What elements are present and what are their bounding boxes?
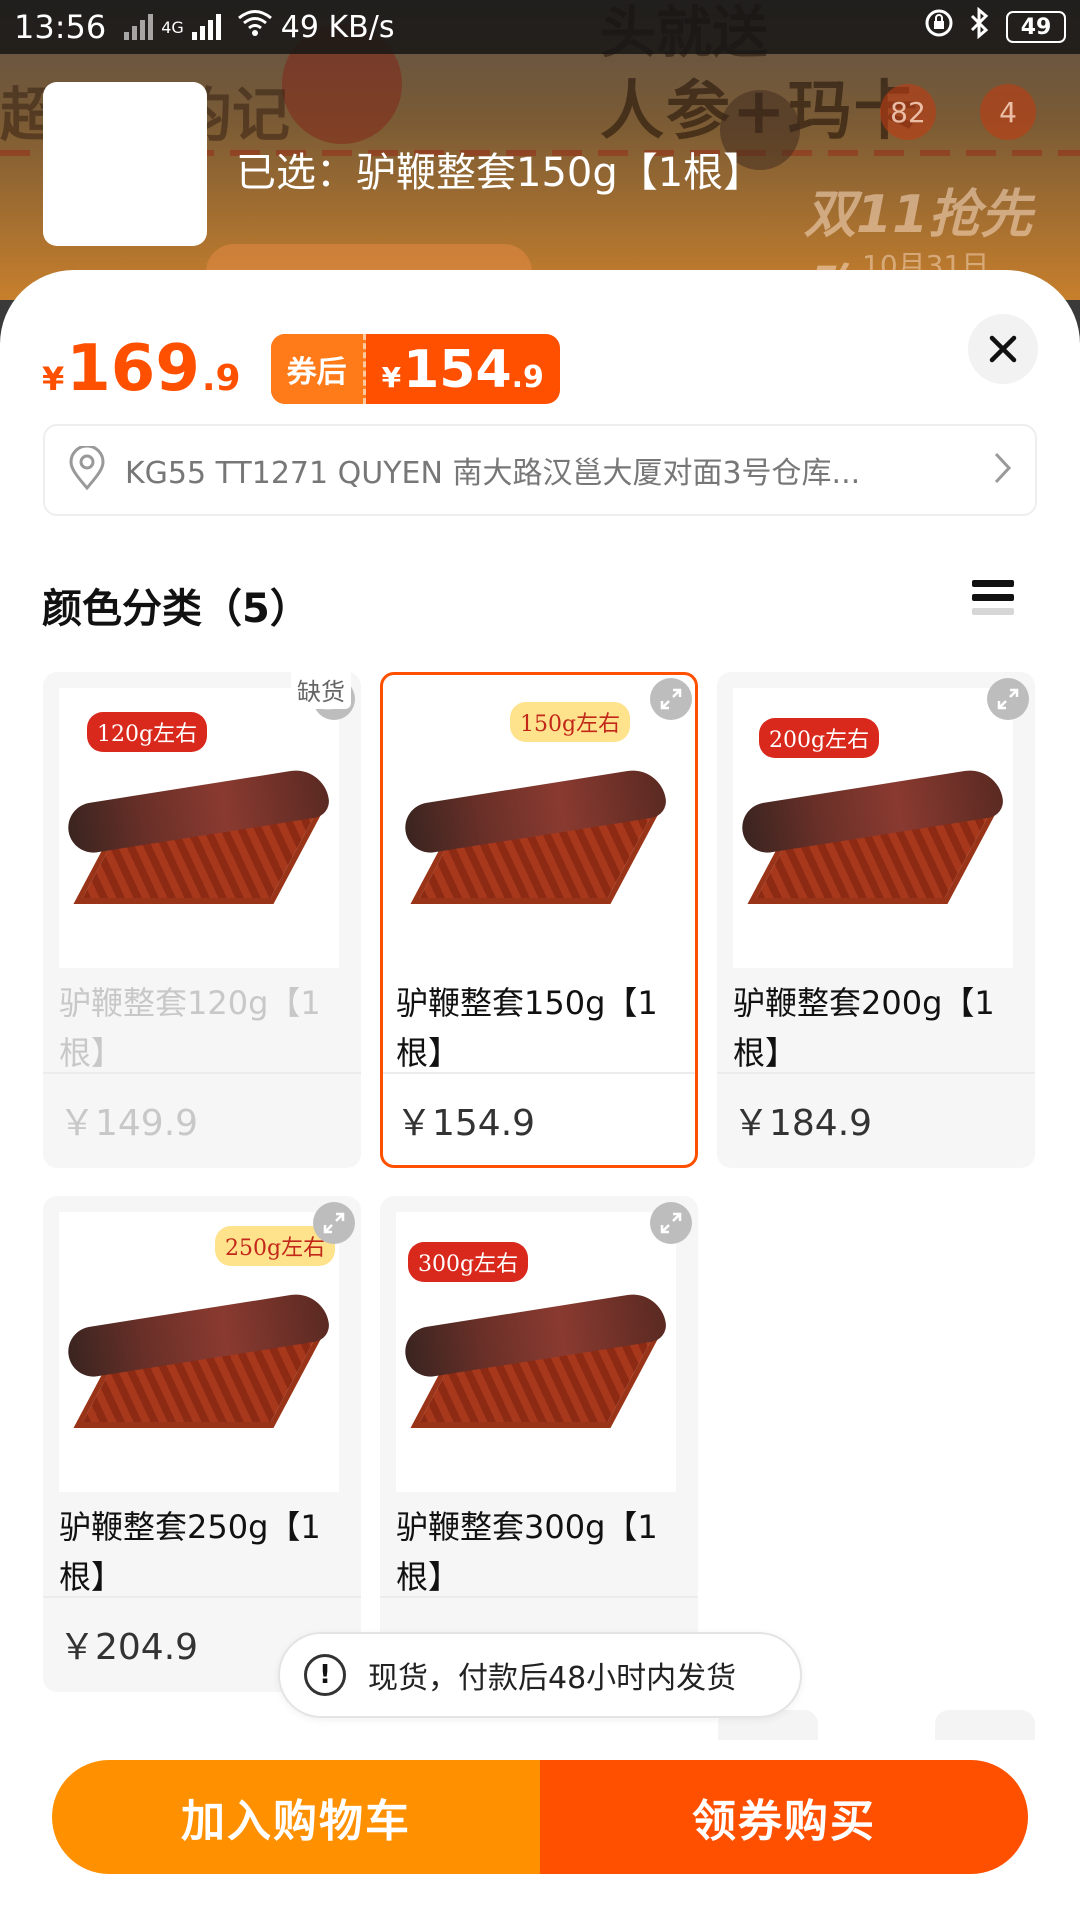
close-icon [989,335,1017,363]
weight-badge: 150g左右 [510,702,631,742]
sku-price: ￥184.9 [733,1103,873,1144]
lock-rotation-icon [924,8,954,46]
section-title: 颜色分类（5） [42,586,310,632]
sku-card-150g[interactable]: 150g左右 驴鞭整套150g【1根】 ￥154.9 [380,672,698,1168]
coupon-label: 券后 [270,334,366,404]
sku-image: 120g左右 [59,688,339,968]
coupon-price: ¥ 154 .9 [366,334,560,404]
status-time: 13:56 [14,8,107,46]
sku-name: 驴鞭整套250g【1根】 [59,1508,321,1596]
coupon-price-integer: 154 [403,340,512,400]
message-count-badge: 4 [980,84,1036,140]
cart-count-badge: 82 [880,84,936,140]
price-integer: 169 [66,332,200,406]
shipping-toast: ! 现货，付款后48小时内发货 [278,1632,802,1718]
sku-selection-sheet: ¥ 169 .9 券后 ¥ 154 .9 KG55 TT1271 QUYEN 南… [0,270,1080,1920]
weight-badge: 300g左右 [408,1242,529,1282]
bluetooth-icon [968,6,992,47]
location-pin-icon [67,444,107,494]
sku-name: 驴鞭整套200g【1根】 [733,984,995,1072]
battery-indicator: 49 [1006,11,1066,43]
sku-image: 150g左右 [396,688,676,968]
network-speed: 49 KB/s [280,9,395,45]
expand-icon[interactable] [650,1202,692,1244]
info-icon: ! [304,1654,346,1696]
sku-card-250g[interactable]: 250g左右 驴鞭整套250g【1根】 ￥204.9 [43,1196,361,1692]
close-button[interactable] [968,314,1038,384]
network-type: 4G [161,18,184,37]
divider [43,1072,361,1074]
coupon-currency: ¥ [381,361,402,394]
sku-card-200g[interactable]: 200g左右 驴鞭整套200g【1根】 ￥184.9 [717,672,1035,1168]
sku-image: 200g左右 [733,688,1013,968]
toast-text: 现货，付款后48小时内发货 [368,1661,737,1696]
address-text: KG55 TT1271 QUYEN 南大路汉邕大厦对面3号仓库... [125,456,861,491]
action-bar: 加入购物车 领券购买 [52,1760,1028,1874]
buy-with-coupon-button[interactable]: 领券购买 [540,1760,1028,1874]
price-row: ¥ 169 .9 券后 ¥ 154 .9 [42,332,560,406]
sku-name: 驴鞭整套150g【1根】 [396,984,658,1072]
divider [717,1072,1035,1074]
sku-price: ￥149.9 [59,1103,199,1144]
sku-name: 驴鞭整套120g【1根】 [59,984,321,1072]
add-to-cart-button[interactable]: 加入购物车 [52,1760,540,1874]
expand-icon[interactable] [987,678,1029,720]
out-of-stock-label: 缺货 [291,672,351,709]
coupon-price-tag: 券后 ¥ 154 .9 [270,334,560,404]
chevron-right-icon [993,451,1013,489]
original-price: ¥ 169 .9 [42,332,241,406]
weight-badge: 120g左右 [87,712,208,752]
sku-name: 驴鞭整套300g【1根】 [396,1508,658,1596]
divider [43,1596,361,1598]
coupon-price-decimal: .9 [511,360,544,395]
list-view-toggle-icon[interactable] [972,580,1014,624]
price-currency: ¥ [42,360,65,398]
sku-card-300g[interactable]: 300g左右 驴鞭整套300g【1根】 [380,1196,698,1692]
sku-price: ￥154.9 [396,1103,536,1144]
signal-2-icon [191,14,221,40]
address-selector[interactable]: KG55 TT1271 QUYEN 南大路汉邕大厦对面3号仓库... [43,424,1037,516]
next-row-card-edge [935,1710,1035,1740]
sku-card-120g[interactable]: 120g左右 缺货 驴鞭整套120g【1根】 ￥149.9 [43,672,361,1168]
selected-sku-label: 已选：驴鞭整套150g【1根】 [236,150,764,196]
sku-price: ￥204.9 [59,1627,199,1668]
selected-thumbnail [43,82,207,246]
price-decimal: .9 [201,358,241,399]
wifi-icon [237,9,273,45]
status-bar: 13:56 4G 49 KB/s 49 [0,0,1080,54]
divider [383,1072,695,1074]
sku-image: 250g左右 [59,1212,339,1492]
sku-image: 300g左右 [396,1212,676,1492]
weight-badge: 200g左右 [759,718,880,758]
expand-icon[interactable] [650,678,692,720]
divider [380,1596,698,1598]
expand-icon[interactable] [313,1202,355,1244]
signal-1-icon [124,14,154,40]
